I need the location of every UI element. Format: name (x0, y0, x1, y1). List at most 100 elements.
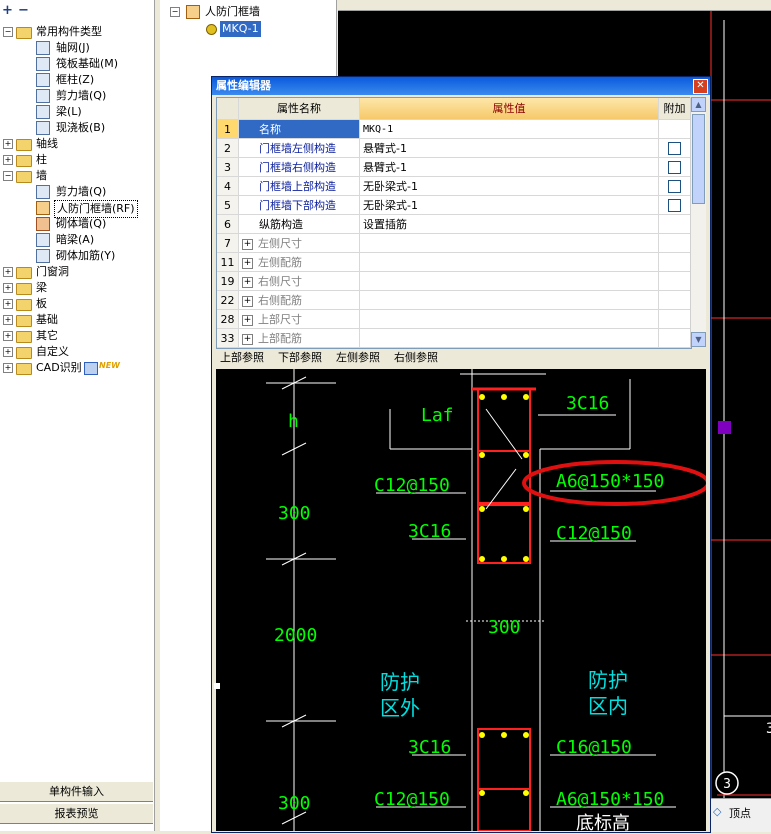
expand-icon[interactable]: + (3, 299, 13, 309)
tree-item-masonry-wall[interactable]: 砌体墙(Q) (0, 216, 154, 232)
property-value-cell (360, 253, 659, 272)
tree-group-other[interactable]: + 其它 (0, 328, 154, 344)
property-value-cell[interactable]: 悬臂式-1 (360, 158, 659, 177)
tree-item-raft[interactable]: 筏板基础(M) (0, 56, 154, 72)
extra-checkbox[interactable] (668, 199, 681, 212)
property-group-row[interactable]: + 上部尺寸 (239, 310, 360, 329)
property-group-row[interactable]: + 上部配筋 (239, 329, 360, 348)
tree-group-axis[interactable]: + 轴线 (0, 136, 154, 152)
tab-left-reference[interactable]: 左侧参照 (336, 349, 380, 367)
property-value-cell[interactable]: 无卧梁式-1 (360, 177, 659, 196)
tree-item-label: 现浇板(B) (56, 121, 106, 134)
tree-group-foundation[interactable]: + 基础 (0, 312, 154, 328)
expand-icon[interactable]: + (242, 295, 253, 307)
tree-group-openings[interactable]: + 门窗洞 (0, 264, 154, 280)
tree-item-frame-column[interactable]: 框柱(Z) (0, 72, 154, 88)
tree-item-civil-defense-door-wall[interactable]: 人防门框墙(RF) (0, 200, 154, 218)
folder-icon (16, 155, 32, 167)
expand-icon[interactable]: + (242, 276, 253, 288)
tab-right-reference[interactable]: 右侧参照 (394, 349, 438, 367)
property-group-label: 左侧尺寸 (258, 237, 302, 250)
expand-icon[interactable]: + (3, 347, 13, 357)
row-number: 22 (217, 291, 239, 310)
extra-checkbox[interactable] (668, 142, 681, 155)
scroll-down-icon[interactable]: ▼ (691, 332, 706, 347)
property-name-cell[interactable]: 门框墙下部构造 (239, 196, 360, 215)
folder-icon (16, 363, 32, 375)
wall-icon (36, 185, 50, 199)
tree-group-cad-recognition[interactable]: + CAD识别 NEW (0, 360, 154, 376)
vertex-label[interactable]: 顶点 (729, 805, 751, 821)
tree-item-hidden-beam[interactable]: 暗梁(A) (0, 232, 154, 248)
tree-item-shear-wall-2[interactable]: 剪力墙(Q) (0, 184, 154, 200)
single-component-input-button[interactable]: 单构件输入 (0, 781, 153, 802)
beam-icon (36, 105, 50, 119)
header-property-name[interactable]: 属性名称 (239, 98, 360, 120)
tab-bottom-reference[interactable]: 下部参照 (278, 349, 322, 367)
property-group-row[interactable]: + 右侧尺寸 (239, 272, 360, 291)
expand-all-icon[interactable]: + (2, 3, 13, 18)
tab-top-reference[interactable]: 上部参照 (220, 349, 264, 367)
tree-item-axis-grid[interactable]: 轴网(J) (0, 40, 154, 56)
property-value-cell[interactable]: 无卧梁式-1 (360, 196, 659, 215)
property-name-cell[interactable]: 门框墙右侧构造 (239, 158, 360, 177)
tree-group-column[interactable]: + 柱 (0, 152, 154, 168)
property-name-cell[interactable]: 门框墙上部构造 (239, 177, 360, 196)
tree-root[interactable]: − 常用构件类型 (0, 24, 154, 40)
tree-item-beam[interactable]: 梁(L) (0, 104, 154, 120)
property-group-row[interactable]: + 左侧尺寸 (239, 234, 360, 253)
header-extra[interactable]: 附加 (659, 98, 691, 120)
expand-icon[interactable]: + (3, 283, 13, 293)
expand-icon[interactable]: + (242, 314, 253, 326)
tree-group-slab[interactable]: + 板 (0, 296, 154, 312)
label-dim-300-wall: 300 (488, 617, 521, 638)
property-value-cell[interactable]: 悬臂式-1 (360, 139, 659, 158)
collapse-icon[interactable]: − (170, 7, 180, 17)
collapse-all-icon[interactable]: − (18, 3, 29, 18)
extra-cell (659, 272, 691, 291)
property-name-cell[interactable]: 纵筋构造 (239, 215, 360, 234)
tree-group-beam[interactable]: + 梁 (0, 280, 154, 296)
report-preview-button[interactable]: 报表预览 (0, 803, 153, 824)
expand-icon[interactable]: + (3, 139, 13, 149)
tree-item-masonry-rebar[interactable]: 砌体加筋(Y) (0, 248, 154, 264)
extra-checkbox[interactable] (668, 161, 681, 174)
property-group-row[interactable]: + 左侧配筋 (239, 253, 360, 272)
cad-grip-handle[interactable] (718, 421, 731, 434)
close-icon[interactable]: ✕ (693, 79, 708, 94)
tree-item-shear-wall[interactable]: 剪力墙(Q) (0, 88, 154, 104)
property-name-cell[interactable]: 名称 (239, 120, 360, 139)
rebar-dot (523, 732, 529, 738)
label-outside-1: 防护 (380, 670, 420, 694)
collapse-icon[interactable]: − (3, 27, 13, 37)
extra-checkbox[interactable] (668, 180, 681, 193)
expand-icon[interactable]: + (3, 315, 13, 325)
wall-icon (36, 89, 50, 103)
property-group-row[interactable]: + 右侧配筋 (239, 291, 360, 310)
property-value-cell[interactable]: 设置插筋 (360, 215, 659, 234)
tree-group-label: CAD识别 (36, 361, 82, 374)
property-value-cell[interactable]: MKQ-1 (360, 120, 659, 139)
scroll-thumb[interactable] (692, 114, 705, 204)
expand-icon[interactable]: + (3, 155, 13, 165)
expand-icon[interactable]: + (242, 333, 253, 345)
scroll-up-icon[interactable]: ▲ (691, 97, 706, 112)
component-list-parent[interactable]: − 人防门框墙 (160, 4, 336, 20)
dialog-title[interactable]: 属性编辑器 (212, 77, 710, 95)
grid-scrollbar[interactable]: ▲ ▼ (690, 97, 706, 347)
raft-icon (36, 57, 50, 71)
header-property-value[interactable]: 属性值 (360, 98, 659, 120)
tree-item-slab[interactable]: 现浇板(B) (0, 120, 154, 136)
property-name-cell[interactable]: 门框墙左侧构造 (239, 139, 360, 158)
expand-icon[interactable]: + (242, 257, 253, 269)
extra-cell (659, 310, 691, 329)
tree-group-custom[interactable]: + 自定义 (0, 344, 154, 360)
component-list-item[interactable]: MKQ-1 (160, 21, 336, 37)
expand-icon[interactable]: + (3, 331, 13, 341)
tree-group-wall[interactable]: − 墙 (0, 168, 154, 184)
property-group-label: 上部配筋 (258, 332, 302, 345)
expand-icon[interactable]: + (3, 267, 13, 277)
expand-icon[interactable]: + (242, 238, 253, 250)
expand-icon[interactable]: + (3, 363, 13, 373)
collapse-icon[interactable]: − (3, 171, 13, 181)
